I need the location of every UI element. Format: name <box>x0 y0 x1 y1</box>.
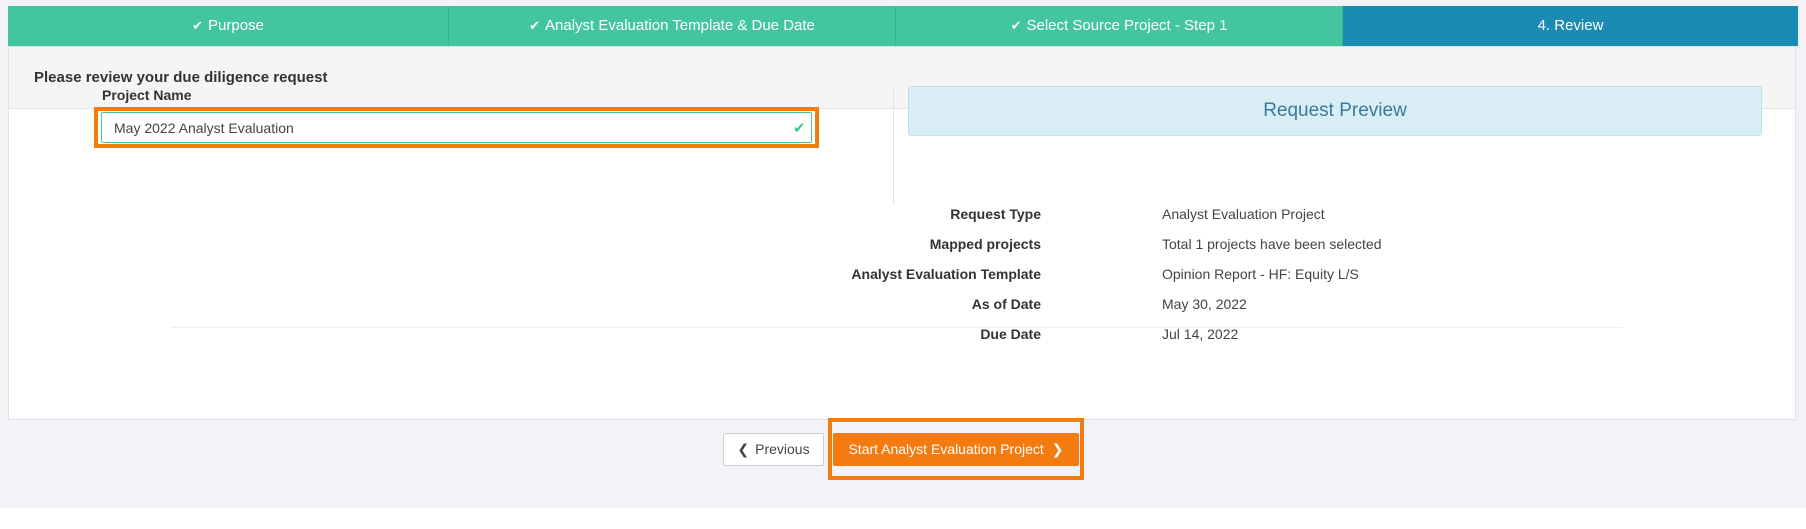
preview-label: Analyst Evaluation Template <box>851 266 1041 282</box>
wizard-steps: ✔ Purpose ✔ Analyst Evaluation Template & … <box>8 6 1798 53</box>
project-name-label: Project Name <box>102 87 192 103</box>
chevron-right-icon: ❯ <box>1051 441 1064 457</box>
preview-label: As of Date <box>971 296 1041 312</box>
start-label: Start Analyst Evaluation Project <box>848 441 1044 457</box>
chevron-left-icon: ❮ <box>737 441 750 457</box>
step-purpose[interactable]: ✔ Purpose <box>8 6 449 46</box>
preview-label: Request Type <box>950 206 1041 222</box>
preview-row-as-of-date: As of Date May 30, 2022 <box>908 296 1768 316</box>
previous-label: Previous <box>755 441 810 457</box>
step-label: Select Source Project - Step 1 <box>1026 17 1228 34</box>
preview-row-mapped-projects: Mapped projects Total 1 projects have be… <box>908 236 1768 256</box>
card-title: Please review your due diligence request <box>34 69 328 86</box>
preview-value: Jul 14, 2022 <box>1162 326 1239 342</box>
preview-value: Total 1 projects have been selected <box>1162 236 1382 252</box>
start-project-button[interactable]: Start Analyst Evaluation Project ❯ <box>833 433 1079 466</box>
wizard: ✔ Purpose ✔ Analyst Evaluation Template & … <box>0 0 1806 508</box>
check-icon: ✔ <box>1010 18 1022 33</box>
step-label: Purpose <box>208 17 264 34</box>
step-template-due-date[interactable]: ✔ Analyst Evaluation Template & Due Date <box>449 6 896 46</box>
previous-button[interactable]: ❮ Previous <box>723 433 824 466</box>
valid-check-icon: ✔ <box>793 120 806 137</box>
check-icon: ✔ <box>192 18 204 33</box>
column-divider <box>893 85 894 205</box>
step-select-source-project[interactable]: ✔ Select Source Project - Step 1 <box>896 6 1343 46</box>
preview-row-template: Analyst Evaluation Template Opinion Repo… <box>851 266 1768 286</box>
preview-value: Analyst Evaluation Project <box>1162 206 1325 222</box>
preview-row-due-date: Due Date Jul 14, 2022 <box>908 326 1768 346</box>
step-label: 4. Review <box>1537 17 1604 34</box>
divider-line <box>171 327 1623 328</box>
check-icon: ✔ <box>529 18 540 33</box>
step-review[interactable]: 4. Review <box>1343 6 1798 53</box>
preview-label: Due Date <box>980 326 1041 342</box>
project-name-input[interactable] <box>101 112 812 143</box>
preview-label: Mapped projects <box>929 236 1041 252</box>
request-preview-header: Request Preview <box>908 86 1762 136</box>
preview-row-request-type: Request Type Analyst Evaluation Project <box>908 206 1768 226</box>
preview-value: Opinion Report - HF: Equity L/S <box>1162 266 1359 282</box>
preview-value: May 30, 2022 <box>1162 296 1247 312</box>
step-label: Analyst Evaluation Template & Due Date <box>545 17 815 34</box>
